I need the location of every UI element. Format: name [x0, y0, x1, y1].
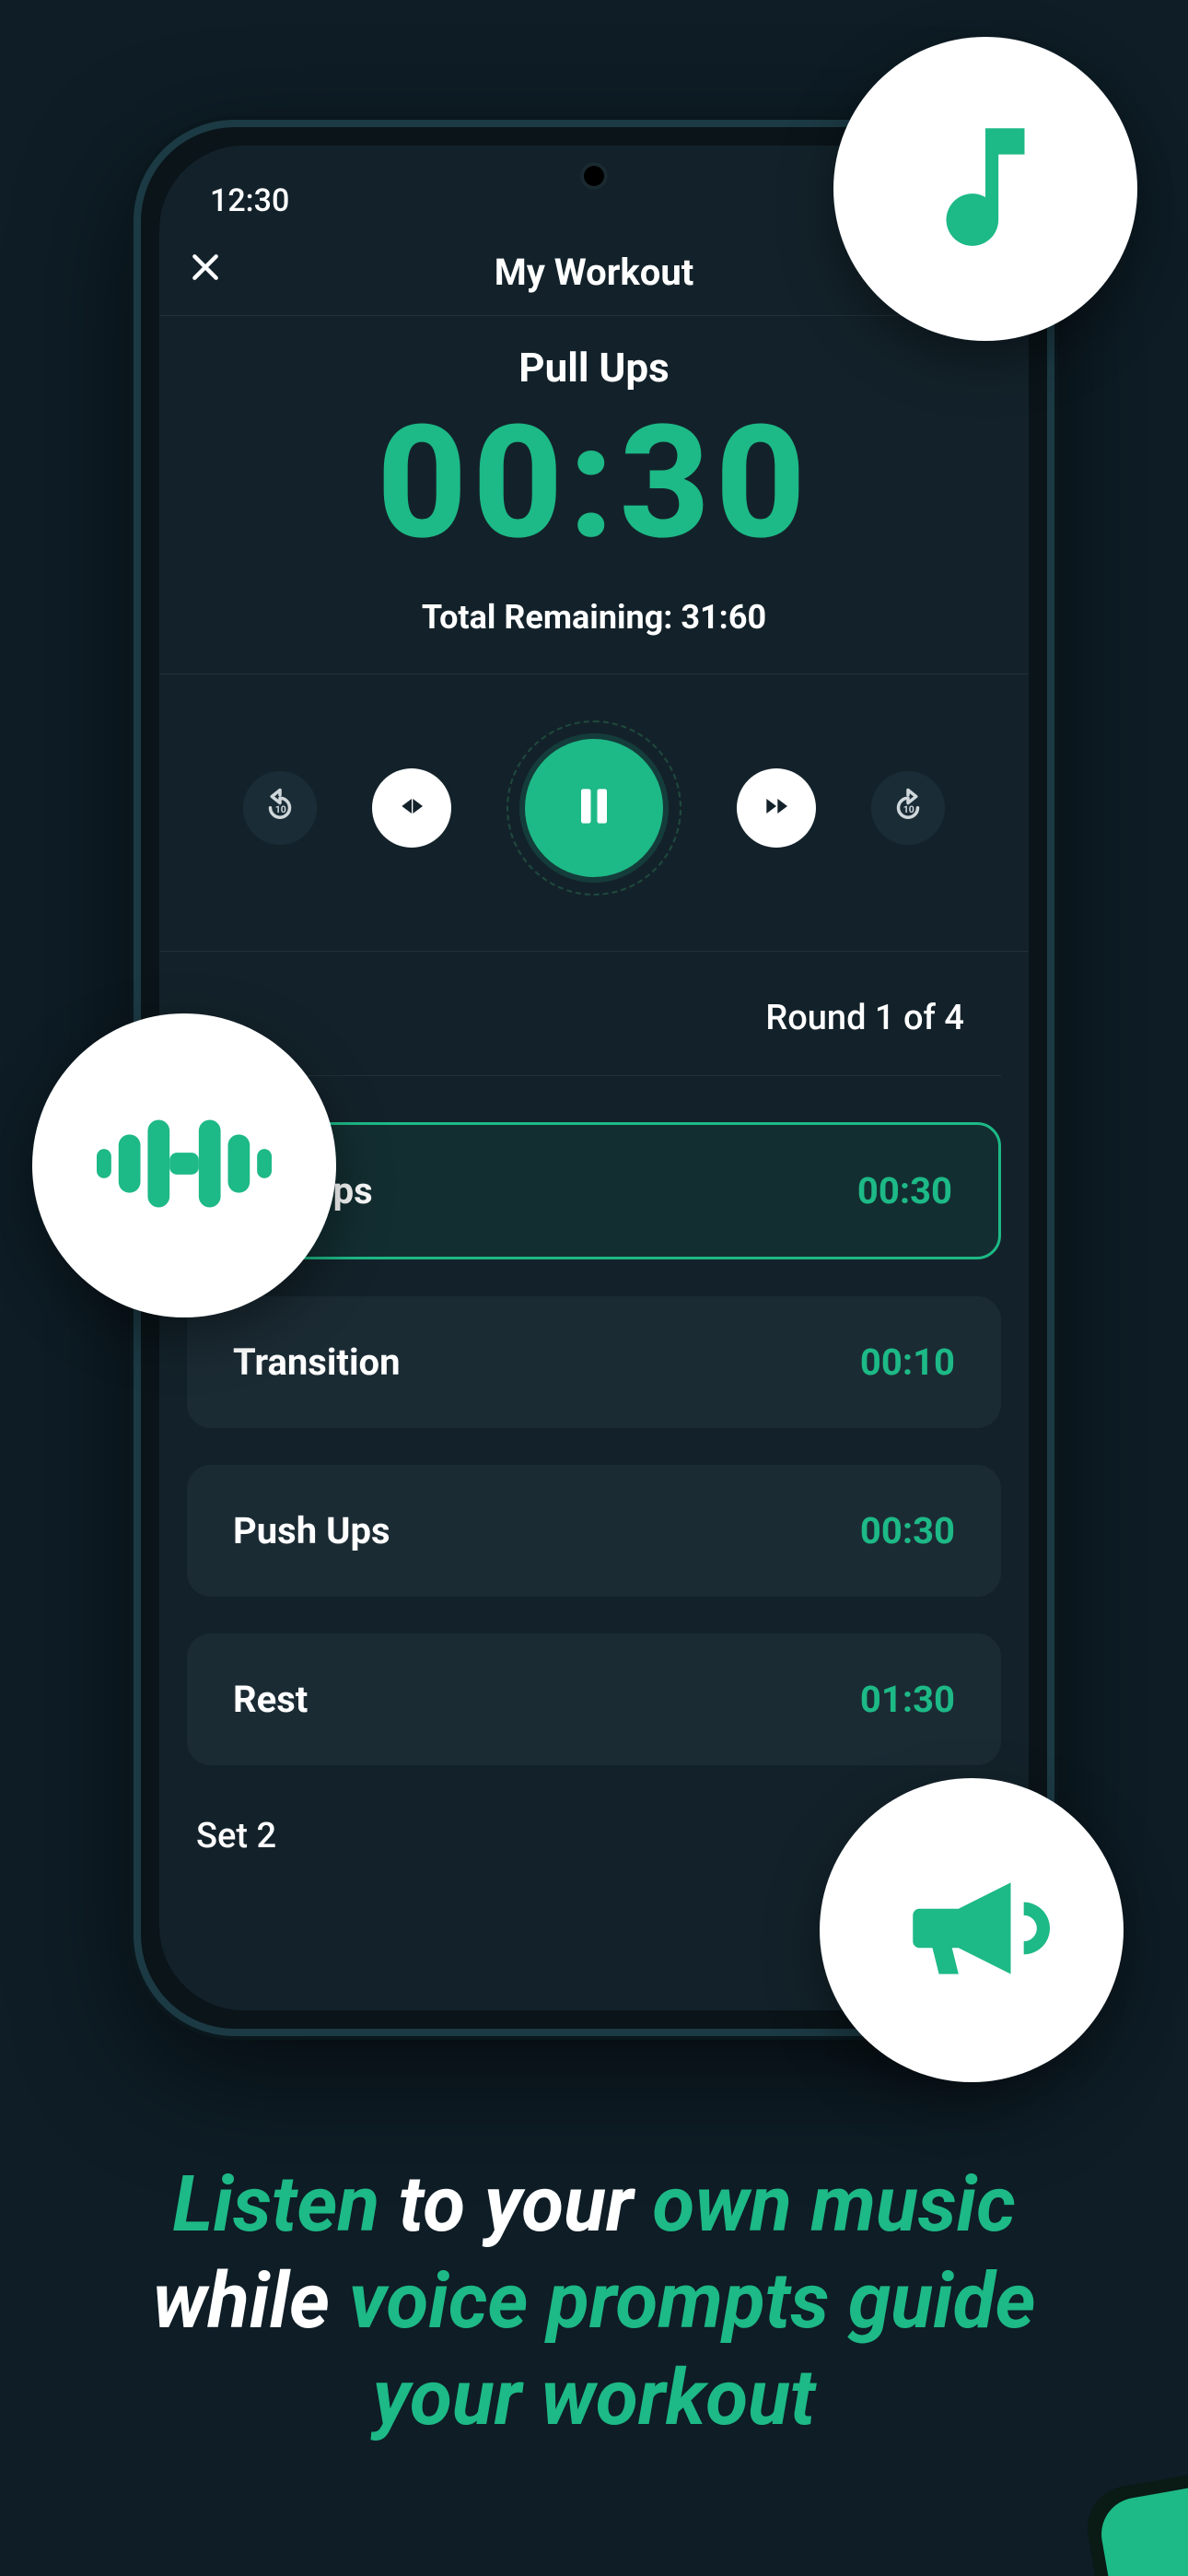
copy-word: own music [652, 2159, 1015, 2250]
exercise-name: Transition [233, 1341, 401, 1384]
round-label: Round 1 of 4 [187, 952, 1001, 1076]
megaphone-icon [893, 1850, 1050, 2010]
close-icon [187, 248, 224, 296]
playback-controls: 10 10 [159, 674, 1029, 952]
dumbbell-icon [97, 1113, 272, 1218]
status-time: 12:30 [210, 182, 289, 219]
previous-icon [397, 791, 426, 825]
exercise-card[interactable]: Rest 01:30 [187, 1633, 1001, 1765]
copy-word: while [152, 2255, 348, 2347]
exercise-name: Push Ups [233, 1509, 390, 1552]
marketing-copy: Listen to your own music while voice pro… [0, 2156, 1188, 2446]
next-button[interactable] [737, 768, 816, 848]
next-icon [762, 791, 791, 825]
corner-accent [1096, 2484, 1188, 2576]
copy-word: Listen [172, 2159, 379, 2250]
dumbbell-badge [32, 1013, 336, 1317]
copy-word: voice prompts guide your workout [349, 2255, 1036, 2443]
previous-button[interactable] [372, 768, 451, 848]
set-label: Set 2 [196, 1816, 276, 1856]
rewind-10-button[interactable]: 10 [243, 771, 317, 845]
forward-10-icon: 10 [889, 787, 927, 829]
exercise-card[interactable]: Transition 00:10 [187, 1296, 1001, 1428]
pause-button[interactable] [525, 739, 663, 877]
megaphone-badge [820, 1778, 1124, 2082]
exercise-time: 01:30 [860, 1678, 955, 1721]
timer-value: 00:30 [196, 401, 992, 566]
close-button[interactable] [180, 246, 231, 298]
exercise-time: 00:30 [857, 1169, 952, 1212]
music-note-icon [907, 109, 1064, 269]
svg-text:10: 10 [275, 803, 286, 815]
exercise-name: Rest [233, 1678, 308, 1721]
pause-button-ring [507, 720, 681, 896]
svg-text:10: 10 [903, 803, 914, 815]
exercise-time: 00:10 [860, 1341, 955, 1384]
copy-word: to your [379, 2159, 652, 2250]
timer-block: Pull Ups 00:30 Total Remaining: 31:60 [159, 316, 1029, 674]
page-title: My Workout [495, 251, 694, 294]
pause-icon [568, 780, 620, 836]
rewind-10-icon: 10 [261, 787, 299, 829]
total-remaining-label: Total Remaining: 31:60 [196, 598, 992, 637]
music-badge [833, 37, 1137, 341]
exercise-card[interactable]: Push Ups 00:30 [187, 1465, 1001, 1597]
exercise-time: 00:30 [860, 1509, 955, 1552]
current-exercise-label: Pull Ups [196, 344, 992, 392]
forward-10-button[interactable]: 10 [871, 771, 945, 845]
